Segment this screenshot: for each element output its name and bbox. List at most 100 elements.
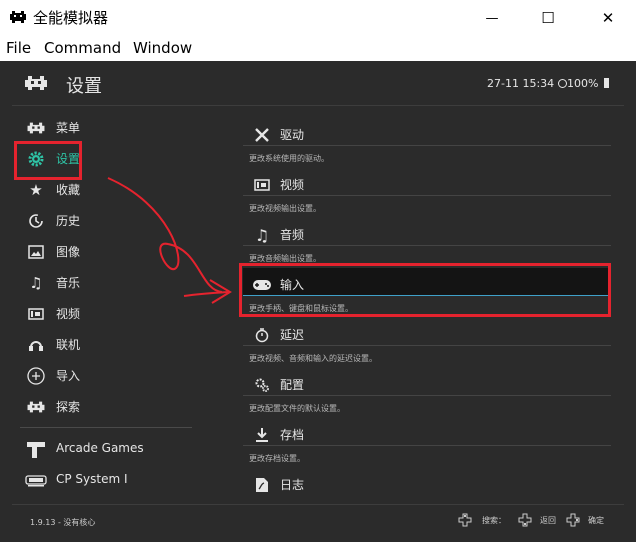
music-note-icon: ♫ [254, 225, 270, 245]
maximize-button[interactable]: ☐ [518, 0, 578, 36]
footer-hint-label: 确定 [588, 515, 604, 525]
sidebar-item-images[interactable]: 图像 [0, 237, 200, 267]
page-title: 设置 [66, 76, 102, 97]
download-icon [251, 424, 273, 446]
datetime-text: 27-11 15:34 [487, 77, 555, 90]
sidebar-item-label: 音乐 [56, 276, 81, 290]
settings-entry-latency[interactable]: 延迟 更改视频、音频和输入的延迟设置。 [243, 318, 611, 368]
sidebar-playlist-arcade-games[interactable]: Arcade Games [0, 435, 200, 465]
footer-hint-label: 返回 [540, 515, 556, 525]
battery-icon [603, 78, 609, 88]
dpad-icon [518, 513, 532, 527]
sidebar-item-netplay[interactable]: 联机 [0, 330, 200, 360]
sidebar-item-label: 收藏 [56, 183, 81, 197]
sidebar-item-label: 菜单 [56, 121, 81, 135]
settings-entry-label: 存档 [280, 428, 305, 442]
sidebar-playlist-label: CP System I [56, 472, 128, 486]
settings-entry-label: 延迟 [280, 328, 305, 342]
dpad-icon [566, 513, 580, 527]
window-title: 全能模拟器 [33, 9, 109, 27]
version-label: 1.9.13 - 没有核心 [30, 518, 96, 527]
settings-entry-drivers[interactable]: 驱动 更改系统使用的驱动。 [243, 118, 611, 168]
minimize-button[interactable]: — [462, 0, 522, 36]
settings-entry-sublabel: 更改视频输出设置。 [249, 204, 321, 213]
settings-entry-label: 配置 [280, 378, 305, 392]
footer-hint-search: 搜索： [458, 513, 506, 527]
entry-divider [243, 445, 611, 446]
star-icon: ★ [29, 181, 43, 199]
tools-icon [251, 124, 273, 146]
sidebar-item-label: 探索 [56, 400, 81, 414]
menu-file[interactable]: File [6, 39, 31, 57]
battery-text: 100% [567, 77, 599, 90]
settings-entry-configuration[interactable]: 配置 更改配置文件的默认设置。 [243, 368, 611, 418]
sidebar-item-main-menu[interactable]: 菜单 [0, 113, 200, 143]
sidebar-item-videos[interactable]: 视频 [0, 299, 200, 329]
settings-entry-sublabel: 更改系统使用的驱动。 [249, 154, 329, 163]
image-icon [25, 242, 47, 262]
close-button[interactable]: ✕ [578, 0, 636, 36]
timer-icon [251, 324, 273, 346]
annotation-highlight-input [239, 263, 611, 317]
sidebar-item-import[interactable]: 导入 [0, 361, 200, 391]
settings-entry-video[interactable]: 视频 更改视频输出设置。 [243, 168, 611, 218]
settings-entry-label: 音频 [280, 228, 305, 242]
film-icon [251, 174, 273, 196]
settings-entry-label: 日志 [280, 478, 305, 492]
datetime-display: 27-11 15:34 [487, 77, 567, 90]
menu-window[interactable]: Window [133, 39, 192, 57]
settings-entry-sublabel: 更改视频、音频和输入的延迟设置。 [249, 354, 377, 363]
sidebar-item-label: 历史 [56, 214, 81, 228]
sidebar-item-label: 视频 [56, 307, 81, 321]
entry-divider [243, 345, 611, 346]
sidebar-playlist-cp-system-i[interactable]: CP System I [0, 466, 200, 496]
film-icon [25, 304, 47, 324]
sidebar-item-history[interactable]: 历史 [0, 206, 200, 236]
music-note-icon: ♫ [29, 274, 43, 292]
battery-display: 100% [567, 77, 609, 90]
invader-icon [25, 118, 47, 138]
entry-divider [243, 245, 611, 246]
netplay-icon [25, 335, 47, 355]
footer-hint-ok: 确定 [566, 513, 604, 527]
maximize-icon: ☐ [541, 9, 555, 27]
close-icon: ✕ [601, 9, 615, 27]
entry-divider [243, 395, 611, 396]
settings-entry-label: 视频 [280, 178, 305, 192]
entry-divider [243, 145, 611, 146]
footer-hint-back: 返回 [518, 513, 556, 527]
invader-icon [25, 397, 47, 417]
plus-circle-icon [25, 366, 47, 386]
app-header: 设置 27-11 15:34 100% [0, 61, 636, 106]
dpad-icon [458, 513, 472, 527]
sidebar-item-music[interactable]: ♫ 音乐 [0, 268, 200, 298]
minimize-icon: — [485, 10, 499, 26]
window-titlebar: 全能模拟器 — ☐ ✕ [0, 0, 636, 36]
settings-entry-label: 驱动 [280, 128, 305, 142]
settings-entry-saving[interactable]: 存档 更改存档设置。 [243, 418, 611, 468]
settings-entry-logging[interactable]: 日志 [243, 468, 611, 496]
retroarch-logo-icon [10, 11, 26, 23]
entry-divider [243, 195, 611, 196]
footer-hint-label: 搜索： [482, 515, 506, 525]
invader-icon [25, 76, 47, 90]
sidebar-playlist-label: Arcade Games [56, 441, 144, 455]
cps-icon [25, 471, 47, 491]
sidebar-item-explore[interactable]: 探索 [0, 392, 200, 422]
settings-entry-sublabel: 更改存档设置。 [249, 454, 305, 463]
settings-entry-sublabel: 更改配置文件的默认设置。 [249, 404, 345, 413]
clock-icon [557, 79, 567, 88]
menubar: File Command Window [0, 36, 636, 60]
log-icon [251, 474, 273, 496]
sidebar-divider [20, 427, 192, 428]
settings-entry-audio[interactable]: ♫ 音频 更改音频输出设置。 [243, 218, 611, 268]
sidebar-item-label: 图像 [56, 245, 81, 259]
header-divider [12, 105, 624, 106]
gears-icon [251, 374, 273, 396]
footer-divider [12, 504, 624, 505]
sidebar-item-label: 导入 [56, 369, 81, 383]
history-icon [25, 211, 47, 231]
sidebar-item-label: 联机 [56, 338, 81, 352]
menu-command[interactable]: Command [44, 39, 121, 57]
arcade-cabinet-icon [25, 440, 47, 460]
